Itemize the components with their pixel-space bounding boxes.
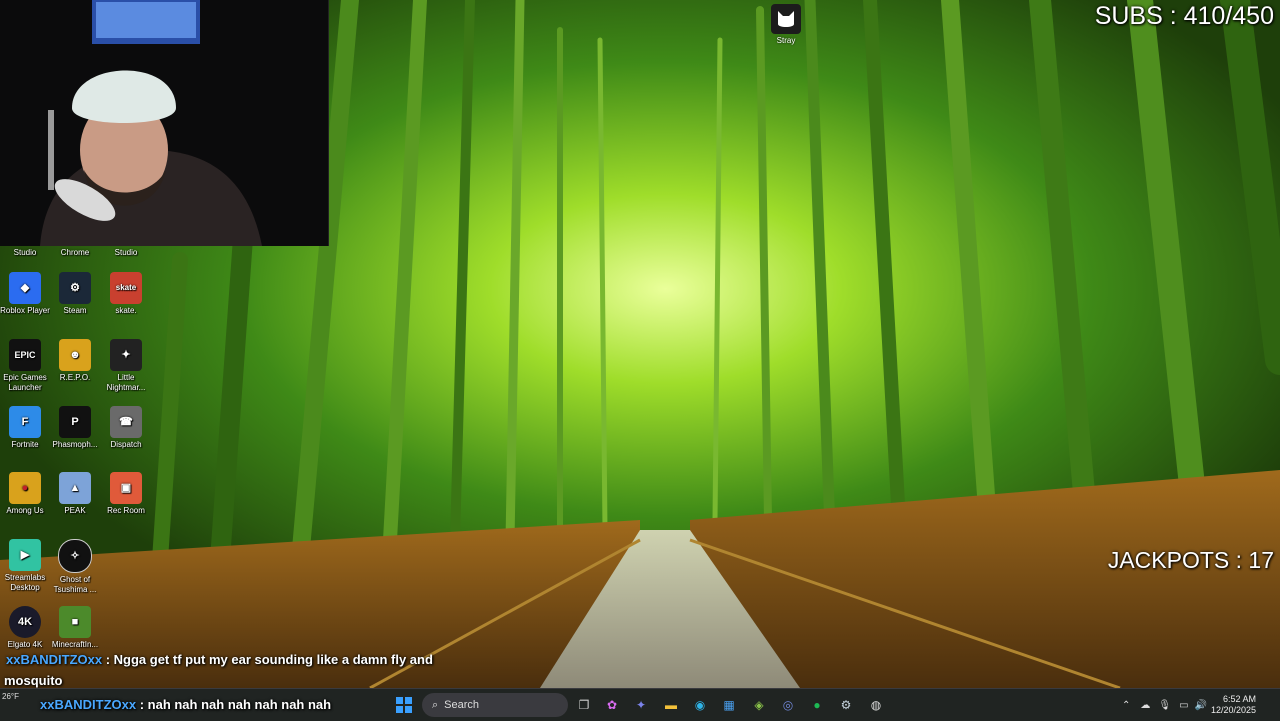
desktop-icon-streamlabs[interactable]: ▶ Streamlabs Desktop <box>0 539 50 593</box>
clock-date: 12/20/2025 <box>1210 705 1256 715</box>
subs-counter: SUBS : 410/450 <box>1094 2 1274 30</box>
desktop-icon-label: Streamlabs Desktop <box>4 573 46 592</box>
desktop-icon-label: skate. <box>115 306 137 315</box>
discord-icon[interactable]: ◎ <box>777 694 799 716</box>
desktop-icon-repo[interactable]: ☻ R.E.P.O. <box>50 339 100 383</box>
chat-message: xxBANDITZOxx : Ngga get tf put my ear so… <box>6 652 433 667</box>
file-explorer-icon[interactable]: ▬ <box>660 694 682 716</box>
microphone-icon[interactable]: 🎙 <box>1158 700 1171 711</box>
desktop-icon-label: Fortnite <box>11 440 39 449</box>
desktop-icon-label: Among Us <box>6 506 44 515</box>
network-icon[interactable]: ▭ <box>1179 700 1188 711</box>
desktop-icon-little-nightmares[interactable]: ✦ Little Nightmar... <box>101 339 151 393</box>
desktop-icon-steam[interactable]: ⚙ Steam <box>50 272 100 316</box>
chat-username: xxBANDITZOxx <box>6 652 103 667</box>
desktop-icon-peak[interactable]: ▲ PEAK <box>50 472 100 516</box>
clock-time: 6:52 AM <box>1222 694 1256 704</box>
obs-icon[interactable]: ◍ <box>865 694 887 716</box>
jackpots-counter: JACKPOTS : 17 <box>1107 547 1274 573</box>
chat-text: : Ngga get tf put my ear sounding like a… <box>105 652 433 667</box>
desktop-icon-among-us[interactable]: ● Among Us <box>0 472 50 516</box>
desktop-icon-label: MinecraftIn... <box>51 640 99 649</box>
desktop-icon-studio[interactable]: Studio <box>0 248 50 258</box>
edge-icon[interactable]: ◉ <box>689 694 711 716</box>
system-tray: ⌃ ☁ 🎙 ▭ 🔊 <box>1122 689 1207 721</box>
desktop-icon-ghost-of-tsushima[interactable]: ✧ Ghost of Tsushima ... <box>50 539 100 595</box>
weather-widget[interactable]: 26°F <box>2 692 19 701</box>
desktop-icon-label: Studio <box>13 248 37 257</box>
chevron-up-icon[interactable]: ⌃ <box>1122 700 1130 711</box>
chat-username: xxBANDITZOxx <box>40 697 137 712</box>
spotify-icon[interactable]: ● <box>806 694 828 716</box>
windows-logo-icon <box>396 697 412 713</box>
desktop-icon-skate[interactable]: skate skate. <box>101 272 151 316</box>
copilot-icon[interactable]: ✿ <box>601 694 623 716</box>
desktop-icon-epic-games[interactable]: EPIC Epic Games Launcher <box>0 339 50 393</box>
desktop-icon-label: Roblox Player <box>0 306 50 315</box>
speaker-icon[interactable]: 🔊 <box>1195 700 1207 711</box>
chat-message-continued: mosquito <box>4 673 63 688</box>
desktop-icon-label: Little Nightmar... <box>106 373 146 392</box>
teams-icon[interactable]: ✦ <box>630 694 652 716</box>
search-icon: ⌕ <box>432 698 439 711</box>
roblox-icon: ◆ <box>9 272 41 304</box>
desktop-icon-stray[interactable]: Stray <box>766 4 806 45</box>
among-us-icon: ● <box>9 472 41 504</box>
skate-icon: skate <box>110 272 142 304</box>
rec-room-icon: ▣ <box>110 472 142 504</box>
task-view-icon[interactable]: ❐ <box>573 694 595 716</box>
phasmophobia-icon: P <box>59 406 91 438</box>
desktop-icon-fortnite[interactable]: F Fortnite <box>0 406 50 450</box>
desktop-icon-label: Stray <box>776 36 796 45</box>
clock[interactable]: 6:52 AM 12/20/2025 <box>1211 694 1256 716</box>
epic-games-icon: EPIC <box>9 339 41 371</box>
desktop-icon-label: Dispatch <box>110 440 142 449</box>
desktop-icon-label: Ghost of Tsushima ... <box>53 575 97 594</box>
search-placeholder: Search <box>444 699 480 711</box>
desktop-icon-rec-room[interactable]: ▣ Rec Room <box>101 472 151 516</box>
elgato-icon: 4K <box>9 606 41 638</box>
stray-cat-icon <box>771 4 801 34</box>
peak-icon: ▲ <box>59 472 91 504</box>
desktop-icon-label: Phasmoph... <box>52 440 98 449</box>
ghost-of-tsushima-icon: ✧ <box>58 539 92 573</box>
desktop-icon-label: Rec Room <box>107 506 145 515</box>
minecraft-icon: ■ <box>59 606 91 638</box>
steam-taskbar-icon[interactable]: ⚙ <box>835 694 857 716</box>
desktop-icon-phasmophobia[interactable]: P Phasmoph... <box>50 406 100 450</box>
desktop-icon-dispatch[interactable]: ☎ Dispatch <box>101 406 151 450</box>
desktop-icon-label: Studio <box>114 248 138 257</box>
desktop-icon-roblox[interactable]: ◆ Roblox Player <box>0 272 50 316</box>
desktop-icon-studio-2[interactable]: Studio <box>101 248 151 258</box>
desktop-icon-label: Steam <box>63 306 87 315</box>
taskbar-search-box[interactable]: ⌕ Search <box>422 693 568 717</box>
cloud-icon[interactable]: ☁ <box>1140 700 1150 711</box>
desktop-icon-label: Chrome <box>60 248 90 257</box>
repo-icon: ☻ <box>59 339 91 371</box>
streamlabs-icon: ▶ <box>9 539 41 571</box>
desktop-icon-minecraft[interactable]: ■ MinecraftIn... <box>50 606 100 650</box>
webcam-overlay <box>0 0 329 246</box>
start-button[interactable] <box>393 694 415 716</box>
little-nightmares-icon: ✦ <box>110 339 142 371</box>
desktop-icon-label: PEAK <box>64 506 86 515</box>
store-icon[interactable]: ▦ <box>718 694 740 716</box>
gaming-icon[interactable]: ◈ <box>748 694 770 716</box>
chat-text: : nah nah nah nah nah nah nah <box>139 697 332 712</box>
chat-message: xxBANDITZOxx : nah nah nah nah nah nah n… <box>40 697 331 712</box>
desktop-icon-elgato[interactable]: 4K Elgato 4K <box>0 606 50 650</box>
desktop-icon-label: Elgato 4K <box>7 640 43 649</box>
desktop-icon-chrome[interactable]: Chrome <box>50 248 100 258</box>
desktop-icon-label: Epic Games Launcher <box>3 373 47 392</box>
steam-icon: ⚙ <box>59 272 91 304</box>
desktop-icon-label: R.E.P.O. <box>59 373 91 382</box>
dispatch-icon: ☎ <box>110 406 142 438</box>
taskbar: 26°F xxBANDITZOxx : nah nah nah nah nah … <box>0 688 1280 721</box>
fortnite-icon: F <box>9 406 41 438</box>
